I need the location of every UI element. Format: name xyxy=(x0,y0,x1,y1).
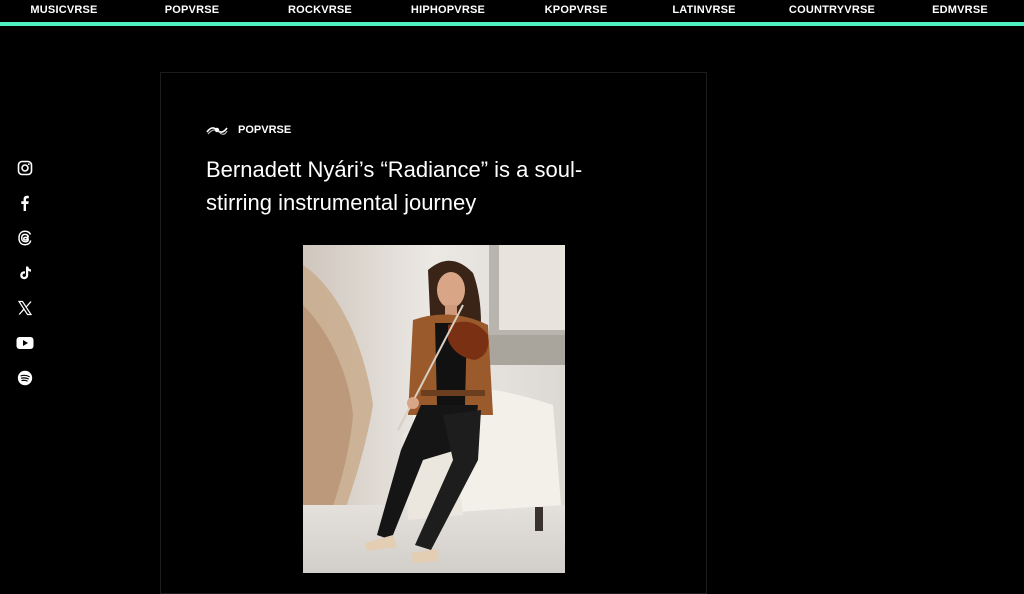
nav-item-popvrse[interactable]: POPVRSE xyxy=(165,4,220,16)
top-nav: MUSICVRSE POPVRSE ROCKVRSE HIPHOPVRSE KP… xyxy=(0,0,1024,26)
article-image[interactable] xyxy=(303,245,565,573)
nav-item-countryvrse[interactable]: COUNTRYVRSE xyxy=(789,4,875,16)
article-card: POPVRSE Bernadett Nyári’s “Radiance” is … xyxy=(160,72,707,594)
nav-item-edmvrse[interactable]: EDMVRSE xyxy=(932,4,988,16)
category-label: POPVRSE xyxy=(238,124,292,136)
nav-item-hiphopvrse[interactable]: HIPHOPVRSE xyxy=(411,4,485,16)
x-icon[interactable] xyxy=(15,298,35,318)
facebook-icon[interactable] xyxy=(15,193,35,213)
category-tag[interactable]: POPVRSE xyxy=(206,123,291,137)
popvrse-logo-icon xyxy=(206,127,228,135)
article-title[interactable]: Bernadett Nyári’s “Radiance” is a soul-s… xyxy=(206,153,626,219)
youtube-icon[interactable] xyxy=(15,333,35,353)
spotify-icon[interactable] xyxy=(15,368,35,388)
instagram-icon[interactable] xyxy=(15,158,35,178)
tiktok-icon[interactable] xyxy=(15,263,35,283)
nav-item-latinvrse[interactable]: LATINVRSE xyxy=(672,4,735,16)
threads-icon[interactable] xyxy=(15,228,35,248)
nav-item-musicvrse[interactable]: MUSICVRSE xyxy=(30,4,97,16)
nav-item-kpopvrse[interactable]: KPOPVRSE xyxy=(545,4,608,16)
nav-item-rockvrse[interactable]: ROCKVRSE xyxy=(288,4,352,16)
